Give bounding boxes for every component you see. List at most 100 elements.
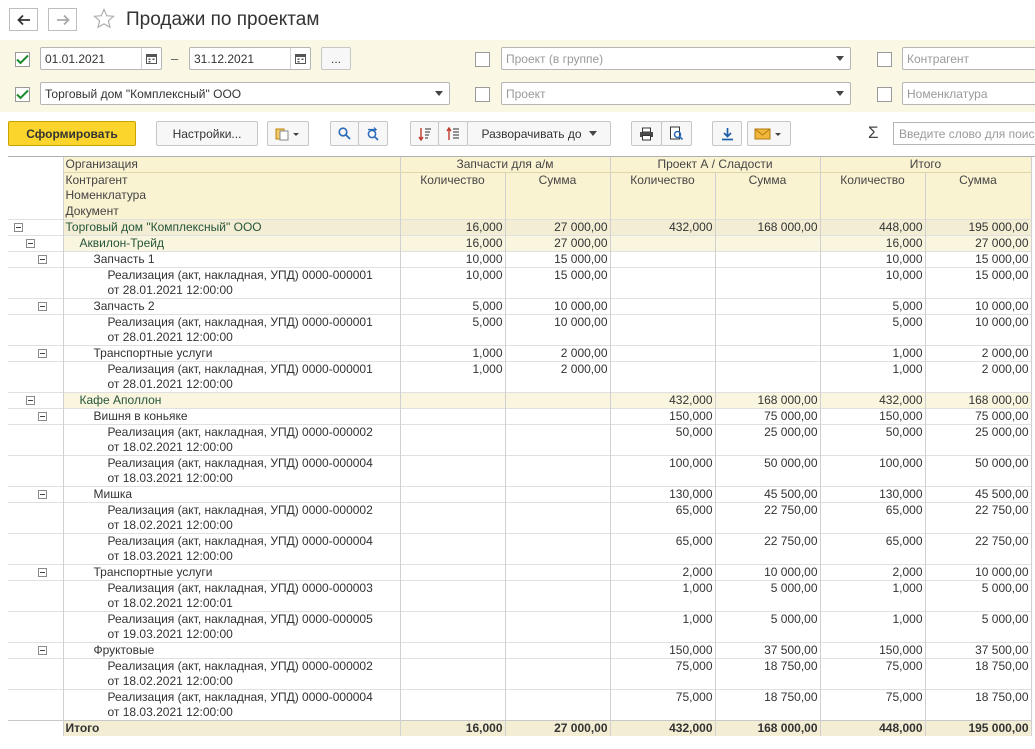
sum-cell[interactable]: 10 000,00 bbox=[925, 313, 1032, 346]
qty-cell[interactable]: 1,000 bbox=[400, 360, 506, 393]
qty-cell[interactable] bbox=[400, 485, 506, 503]
qty-cell[interactable] bbox=[610, 344, 716, 362]
qty-cell[interactable]: 75,000 bbox=[820, 657, 926, 690]
sum-cell[interactable]: 75 000,00 bbox=[925, 407, 1032, 425]
sum-cell[interactable]: 168 000,00 bbox=[925, 391, 1032, 409]
sum-cell[interactable] bbox=[715, 266, 821, 299]
qty-cell[interactable]: 5,000 bbox=[400, 297, 506, 315]
sum-cell[interactable]: 2 000,00 bbox=[505, 360, 611, 393]
collapse-toggle-icon[interactable] bbox=[38, 302, 47, 312]
row-label[interactable]: Реализация (акт, накладная, УПД) 0000-00… bbox=[63, 313, 401, 346]
sum-cell[interactable]: 15 000,00 bbox=[505, 266, 611, 299]
sum-cell[interactable] bbox=[715, 344, 821, 362]
qty-cell[interactable] bbox=[400, 579, 506, 612]
project-checkbox[interactable] bbox=[475, 87, 490, 102]
qty-cell[interactable]: 65,000 bbox=[610, 532, 716, 565]
search-input[interactable]: Введите слово для поиска bbox=[893, 122, 1035, 145]
row-label[interactable]: Реализация (акт, накладная, УПД) 0000-00… bbox=[63, 657, 401, 690]
qty-cell[interactable]: 5,000 bbox=[820, 297, 926, 315]
sum-cell[interactable]: 50 000,00 bbox=[925, 454, 1032, 487]
print-preview-button[interactable] bbox=[661, 121, 692, 146]
qty-cell[interactable]: 75,000 bbox=[610, 688, 716, 721]
qty-cell[interactable] bbox=[400, 407, 506, 425]
row-label[interactable]: Запчасть 2 bbox=[63, 297, 401, 315]
dropdown-icon[interactable] bbox=[830, 48, 850, 69]
qty-cell[interactable] bbox=[400, 501, 506, 534]
qty-cell[interactable]: 100,000 bbox=[820, 454, 926, 487]
sum-cell[interactable] bbox=[715, 360, 821, 393]
row-label[interactable]: Реализация (акт, накладная, УПД) 0000-00… bbox=[63, 688, 401, 721]
organization-checkbox[interactable] bbox=[15, 87, 30, 102]
sum-cell[interactable]: 5 000,00 bbox=[925, 579, 1032, 612]
project-field[interactable]: Проект bbox=[501, 82, 851, 105]
dropdown-icon[interactable] bbox=[830, 83, 850, 104]
sum-cell[interactable]: 15 000,00 bbox=[505, 250, 611, 268]
qty-cell[interactable]: 16,000 bbox=[400, 218, 506, 236]
qty-cell[interactable]: 5,000 bbox=[820, 313, 926, 346]
row-label[interactable]: Торговый дом "Комплексный" ООО bbox=[63, 218, 401, 236]
qty-cell[interactable]: 130,000 bbox=[610, 485, 716, 503]
sum-cell[interactable]: 37 500,00 bbox=[925, 641, 1032, 659]
qty-cell[interactable]: 1,000 bbox=[820, 610, 926, 643]
row-label[interactable]: Реализация (акт, накладная, УПД) 0000-00… bbox=[63, 266, 401, 299]
sum-cell[interactable]: 2 000,00 bbox=[925, 360, 1032, 393]
generate-button[interactable]: Сформировать bbox=[8, 121, 136, 146]
sum-cell[interactable]: 25 000,00 bbox=[925, 423, 1032, 456]
calendar-icon[interactable] bbox=[141, 48, 161, 69]
total-qty-cell[interactable]: 448,000 bbox=[820, 719, 926, 736]
send-email-button[interactable] bbox=[747, 121, 791, 146]
nomenclature-checkbox[interactable] bbox=[877, 87, 892, 102]
sum-cell[interactable] bbox=[505, 485, 611, 503]
qty-cell[interactable] bbox=[400, 454, 506, 487]
qty-cell[interactable]: 432,000 bbox=[610, 391, 716, 409]
sum-cell[interactable]: 27 000,00 bbox=[925, 234, 1032, 252]
variant-menu-button[interactable] bbox=[267, 121, 309, 146]
sum-cell[interactable]: 10 000,00 bbox=[505, 297, 611, 315]
qty-cell[interactable]: 100,000 bbox=[610, 454, 716, 487]
sum-cell[interactable] bbox=[505, 610, 611, 643]
sum-cell[interactable]: 45 500,00 bbox=[925, 485, 1032, 503]
qty-cell[interactable]: 432,000 bbox=[610, 218, 716, 236]
sum-cell[interactable]: 15 000,00 bbox=[925, 266, 1032, 299]
sum-cell[interactable] bbox=[505, 532, 611, 565]
qty-cell[interactable]: 1,000 bbox=[820, 579, 926, 612]
row-label[interactable]: Реализация (акт, накладная, УПД) 0000-00… bbox=[63, 610, 401, 643]
qty-cell[interactable] bbox=[400, 563, 506, 581]
save-button[interactable] bbox=[712, 121, 742, 146]
row-label[interactable]: Транспортные услуги bbox=[63, 563, 401, 581]
row-label[interactable]: Транспортные услуги bbox=[63, 344, 401, 362]
total-sum-cell[interactable]: 168 000,00 bbox=[715, 719, 821, 736]
qty-cell[interactable]: 50,000 bbox=[610, 423, 716, 456]
qty-cell[interactable]: 10,000 bbox=[820, 250, 926, 268]
sum-cell[interactable] bbox=[505, 407, 611, 425]
qty-cell[interactable]: 1,000 bbox=[610, 610, 716, 643]
qty-cell[interactable] bbox=[400, 423, 506, 456]
sum-cell[interactable]: 75 000,00 bbox=[715, 407, 821, 425]
total-sum-cell[interactable]: 27 000,00 bbox=[505, 719, 611, 736]
sum-cell[interactable]: 18 750,00 bbox=[925, 688, 1032, 721]
qty-cell[interactable]: 448,000 bbox=[820, 218, 926, 236]
sum-cell[interactable]: 18 750,00 bbox=[715, 688, 821, 721]
sum-cell[interactable]: 2 000,00 bbox=[505, 344, 611, 362]
sum-cell[interactable] bbox=[715, 313, 821, 346]
date-to-field[interactable]: 31.12.2021 bbox=[189, 47, 311, 70]
collapse-toggle-icon[interactable] bbox=[26, 396, 35, 406]
period-select-button[interactable]: ... bbox=[321, 47, 351, 70]
row-label[interactable]: Вишня в коньяке bbox=[63, 407, 401, 425]
sum-cell[interactable]: 27 000,00 bbox=[505, 218, 611, 236]
qty-cell[interactable]: 10,000 bbox=[820, 266, 926, 299]
collapse-toggle-icon[interactable] bbox=[38, 349, 47, 359]
sum-cell[interactable]: 168 000,00 bbox=[715, 391, 821, 409]
collapse-toggle-icon[interactable] bbox=[14, 223, 23, 233]
qty-cell[interactable]: 1,000 bbox=[820, 344, 926, 362]
qty-cell[interactable]: 2,000 bbox=[820, 563, 926, 581]
qty-cell[interactable]: 5,000 bbox=[400, 313, 506, 346]
qty-cell[interactable]: 65,000 bbox=[820, 501, 926, 534]
row-label[interactable]: Реализация (акт, накладная, УПД) 0000-00… bbox=[63, 360, 401, 393]
calendar-icon[interactable] bbox=[290, 48, 310, 69]
qty-cell[interactable] bbox=[610, 250, 716, 268]
qty-cell[interactable] bbox=[400, 610, 506, 643]
sum-cell[interactable]: 45 500,00 bbox=[715, 485, 821, 503]
settings-button[interactable]: Настройки... bbox=[156, 121, 258, 146]
qty-cell[interactable] bbox=[400, 688, 506, 721]
